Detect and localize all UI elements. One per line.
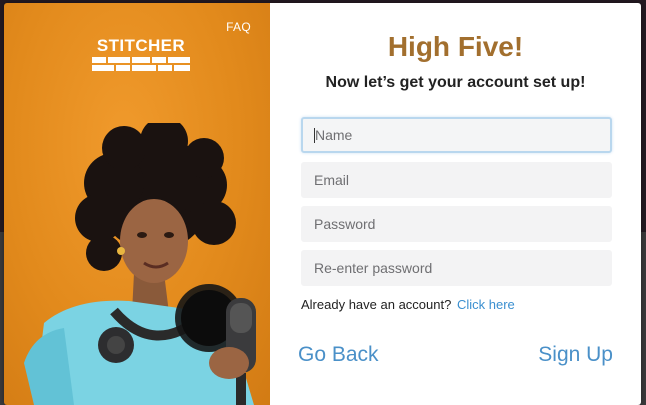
promo-panel: FAQ STITCHER: [4, 3, 270, 405]
sign-up-button[interactable]: Sign Up: [538, 343, 613, 367]
login-link[interactable]: Click here: [457, 297, 515, 312]
password-field[interactable]: [301, 206, 612, 242]
logo-text: STITCHER: [96, 36, 186, 55]
login-prompt-row: Already have an account? Click here: [301, 297, 515, 312]
name-field[interactable]: [301, 117, 612, 153]
signup-form-panel: High Five! Now let’s get your account se…: [270, 3, 641, 405]
confirm-password-field[interactable]: [301, 250, 612, 286]
logo-bars-icon: [92, 57, 190, 71]
email-field[interactable]: [301, 162, 612, 198]
podcaster-illustration: [24, 123, 256, 405]
login-prompt-text: Already have an account?: [301, 297, 452, 312]
go-back-button[interactable]: Go Back: [298, 343, 379, 367]
page-title: High Five!: [387, 31, 524, 62]
page-subtitle: Now let’s get your account set up!: [325, 74, 586, 91]
text-caret: [314, 128, 315, 143]
stitcher-logo: STITCHER: [92, 33, 190, 73]
faq-link[interactable]: FAQ: [226, 20, 251, 34]
signup-modal: FAQ STITCHER High Five! Now let’s get yo…: [4, 3, 641, 405]
